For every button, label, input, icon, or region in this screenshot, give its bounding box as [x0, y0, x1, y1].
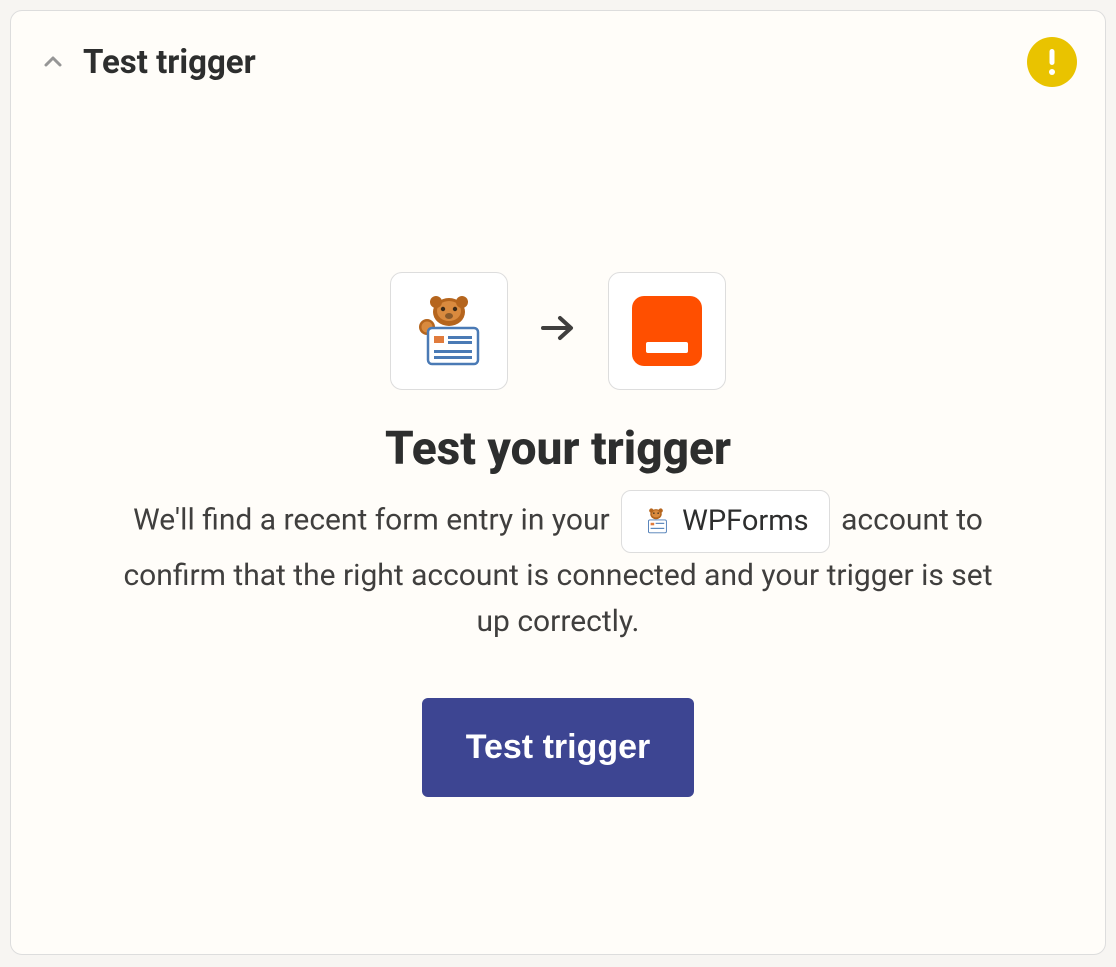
zapier-icon — [632, 296, 702, 366]
collapse-toggle[interactable] — [39, 48, 67, 76]
desc-text-1: We'll find a recent form entry in your — [133, 502, 610, 537]
panel-header: Test trigger — [39, 37, 1077, 87]
source-app-box — [390, 272, 508, 390]
exclamation-icon — [1047, 47, 1057, 77]
panel-content: Test your trigger We'll find a recent fo… — [39, 87, 1077, 797]
test-trigger-button[interactable]: Test trigger — [422, 698, 695, 797]
wpforms-icon — [410, 292, 488, 370]
header-left: Test trigger — [39, 43, 256, 82]
chevron-up-icon — [41, 50, 65, 74]
app-flow-icons — [390, 272, 726, 390]
app-chip-label: WPForms — [682, 499, 809, 544]
panel-title: Test trigger — [83, 43, 256, 82]
content-description: We'll find a recent form entry in your — [123, 490, 993, 646]
warning-status-badge — [1027, 37, 1077, 87]
target-app-box — [608, 272, 726, 390]
wpforms-chip-icon — [642, 507, 670, 535]
test-trigger-panel: Test trigger — [10, 10, 1106, 955]
content-heading: Test your trigger — [385, 422, 731, 476]
arrow-right-icon — [540, 311, 576, 351]
app-chip: WPForms — [621, 490, 830, 553]
